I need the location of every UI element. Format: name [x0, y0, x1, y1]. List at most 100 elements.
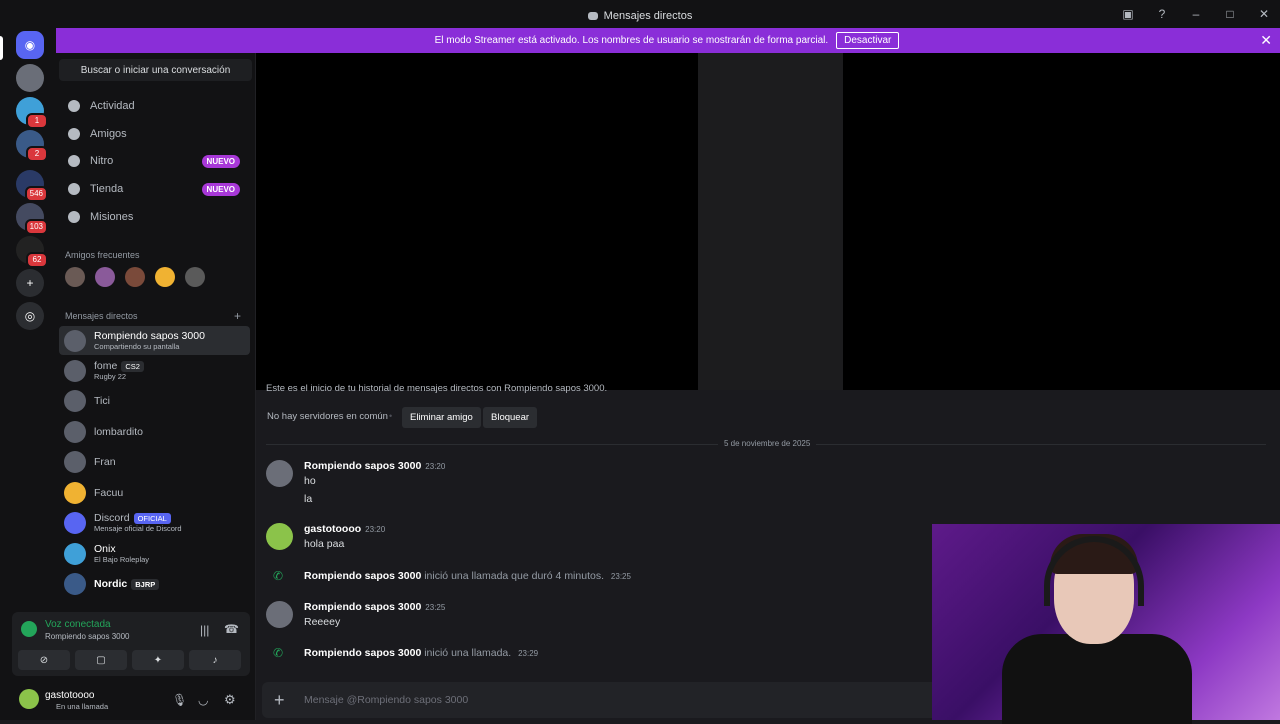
discord-home-icon[interactable]: ◉: [16, 31, 44, 59]
dm-item[interactable]: Discord OFICIAL Mensaje oficial de Discord: [59, 508, 250, 537]
phone-icon: ✆: [273, 646, 284, 660]
nav-activity[interactable]: Actividad: [64, 94, 250, 118]
screen-share-view[interactable]: [256, 53, 1280, 390]
dm-name: Facuu: [94, 486, 124, 499]
dm-item[interactable]: Nordic BJRP: [59, 569, 250, 598]
message-time: 23:25: [425, 603, 446, 612]
headphones-icon[interactable]: ◡: [198, 693, 208, 707]
nav-label: Amigos: [90, 128, 127, 140]
server-badge: 546: [24, 186, 48, 202]
maximize-icon[interactable]: □: [1222, 6, 1238, 22]
create-dm-icon[interactable]: +: [234, 309, 241, 323]
nav-friends[interactable]: Amigos: [64, 122, 250, 146]
avatar: [64, 420, 86, 443]
server-icon[interactable]: 2: [16, 130, 48, 162]
message-author[interactable]: Rompiendo sapos 3000 23:25: [304, 601, 445, 613]
server-badge: 2: [26, 146, 48, 162]
help-icon[interactable]: ?: [1154, 6, 1170, 22]
nav-nitro[interactable]: Nitro NUEVO: [64, 149, 250, 173]
frequent-friends: [65, 267, 205, 287]
remove-friend-button[interactable]: Eliminar amigo: [402, 407, 481, 428]
avatar[interactable]: [185, 267, 205, 287]
server-icon[interactable]: 103: [16, 203, 48, 235]
window-title-group: Mensajes directos: [587, 10, 692, 22]
minimize-icon[interactable]: –: [1188, 6, 1204, 22]
shop-icon: [68, 183, 80, 195]
nav-label: Tienda: [90, 183, 124, 195]
activity-icon: [68, 100, 80, 112]
soundboard-button[interactable]: ♪: [189, 650, 241, 670]
server-badge: 103: [24, 219, 48, 235]
system-text: inició una llamada que duró 4 minutos.: [424, 570, 604, 582]
disable-streamer-button[interactable]: Desactivar: [836, 32, 900, 49]
soundboard-icon[interactable]: |||: [200, 623, 209, 637]
avatar[interactable]: [125, 267, 145, 287]
composer-placeholder: Mensaje @Rompiendo sapos 3000: [304, 694, 469, 706]
avatar: [64, 450, 86, 473]
dm-item[interactable]: Tici: [59, 386, 250, 415]
microphone-icon[interactable]: 🎙: [172, 693, 187, 707]
server-icon[interactable]: 546: [16, 170, 48, 202]
avatar[interactable]: [266, 601, 293, 628]
voice-connected-label[interactable]: Voz conectada: [45, 619, 111, 630]
avatar[interactable]: [266, 523, 293, 550]
avatar: [64, 359, 86, 382]
message-author[interactable]: Rompiendo sapos 3000 23:20: [304, 460, 445, 472]
screen-share-button[interactable]: ▢: [75, 650, 127, 670]
date-label: 5 de noviembre de 2025: [718, 439, 817, 448]
activities-button[interactable]: ✦: [132, 650, 184, 670]
call-system-message: Rompiendo sapos 3000 inició una llamada.…: [304, 647, 538, 659]
dm-item[interactable]: fome CS2 Rugby 22: [59, 356, 250, 385]
message-text: ho: [304, 475, 316, 487]
server-icon[interactable]: 62: [16, 236, 48, 268]
game-tag: BJRP: [131, 578, 160, 590]
dm-item[interactable]: Fran: [59, 447, 250, 476]
settings-gear-icon[interactable]: ⚙: [224, 692, 236, 708]
username[interactable]: gastotoooo: [45, 690, 95, 701]
nav-quests[interactable]: Misiones: [64, 205, 250, 229]
dm-item[interactable]: Facuu: [59, 478, 250, 507]
friends-icon: [68, 128, 80, 140]
nav-shop[interactable]: Tienda NUEVO: [64, 177, 250, 201]
block-button[interactable]: Bloquear: [483, 407, 538, 428]
dm-status: Mensaje oficial de Discord: [94, 524, 182, 533]
nitro-icon: [68, 155, 80, 167]
server-icon[interactable]: 1: [16, 97, 48, 129]
dm-name: lombardito: [94, 425, 144, 438]
stream-video: [698, 53, 843, 390]
disconnect-icon[interactable]: ☎: [224, 622, 239, 636]
system-author: Rompiendo sapos 3000: [304, 570, 422, 582]
dm-item[interactable]: Rompiendo sapos 3000 Compartiendo su pant…: [59, 326, 250, 355]
avatar[interactable]: [95, 267, 115, 287]
nav-label: Nitro: [90, 155, 114, 167]
message-text: hola paa: [304, 538, 345, 550]
message-time: 23:20: [425, 462, 446, 471]
phone-icon: ✆: [273, 569, 284, 583]
close-icon[interactable]: ✕: [1260, 32, 1272, 49]
inbox-icon[interactable]: ▣: [1120, 6, 1136, 22]
close-window-icon[interactable]: ✕: [1256, 6, 1272, 22]
author-name: gastotoooo: [304, 523, 362, 535]
message-time: 23:29: [518, 649, 539, 658]
dm-item[interactable]: Onix El Bajo Roleplay: [59, 539, 250, 568]
add-attachment-icon[interactable]: +: [274, 690, 285, 711]
message-author[interactable]: gastotoooo 23:20: [304, 523, 385, 535]
camera-button[interactable]: ⊘: [18, 650, 70, 670]
dm-name: Discord: [94, 512, 130, 524]
dm-name: Nordic: [94, 577, 128, 590]
avatar[interactable]: [19, 689, 39, 709]
new-badge: NUEVO: [201, 154, 240, 168]
dm-item[interactable]: lombardito: [59, 417, 250, 446]
search-conversation-button[interactable]: Buscar o iniciar una conversación: [59, 59, 252, 81]
signal-icon[interactable]: [21, 621, 37, 637]
discover-icon[interactable]: ◎: [16, 302, 44, 330]
avatar[interactable]: [266, 460, 293, 487]
avatar: [64, 511, 86, 534]
server-icon[interactable]: [16, 64, 44, 92]
avatar[interactable]: [155, 267, 175, 287]
avatar: [64, 481, 86, 504]
dm-name: Fran: [94, 455, 116, 468]
add-server-icon[interactable]: +: [16, 269, 44, 297]
separator-dot: •: [389, 411, 393, 421]
avatar[interactable]: [65, 267, 85, 287]
